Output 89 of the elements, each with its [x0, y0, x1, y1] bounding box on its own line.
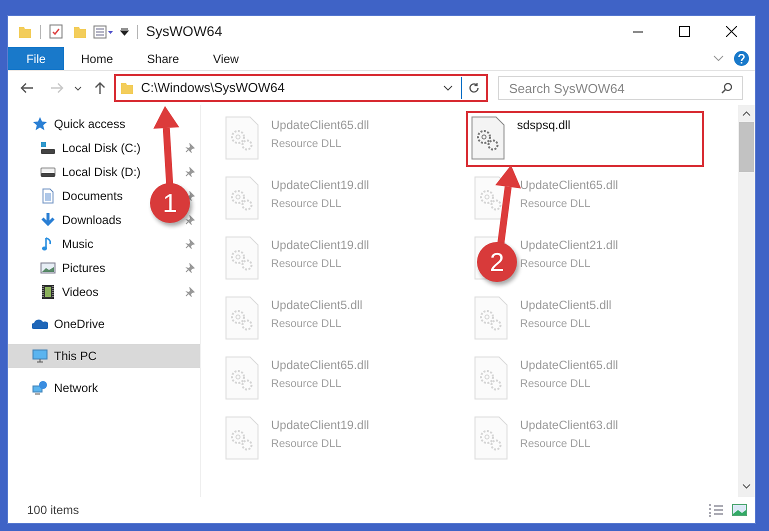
- pin-icon[interactable]: [185, 263, 195, 273]
- chevron-down-icon[interactable]: [443, 85, 453, 91]
- address-bar[interactable]: C:\Windows\SysWOW64: [114, 74, 488, 102]
- dll-file-icon: [225, 296, 259, 340]
- file-name: UpdateClient19.dll: [271, 177, 370, 194]
- maximize-icon[interactable]: [679, 26, 690, 36]
- dll-file-icon: [225, 416, 259, 460]
- dll-file-icon: [474, 296, 508, 340]
- window-title: SysWOW64: [146, 22, 222, 41]
- minimize-icon[interactable]: [633, 30, 643, 32]
- drive-icon: [40, 140, 56, 156]
- file-type: Resource DLL: [520, 317, 592, 332]
- dll-file-icon: [225, 116, 259, 160]
- pin-icon[interactable]: [185, 167, 195, 177]
- expand-ribbon-icon[interactable]: [713, 55, 724, 62]
- file-type: Resource DLL: [520, 437, 592, 452]
- pin-icon[interactable]: [185, 239, 195, 249]
- customize-toolbar-icon[interactable]: [93, 24, 115, 38]
- file-tab[interactable]: File: [8, 47, 64, 70]
- sidebar-item[interactable]: Local Disk (D:): [62, 163, 141, 181]
- details-view-icon[interactable]: [708, 504, 724, 516]
- file-name: UpdateClient19.dll: [271, 237, 370, 254]
- recent-locations-icon[interactable]: [74, 86, 82, 90]
- dll-file-icon: [225, 236, 259, 280]
- sidebar-item[interactable]: Music: [62, 235, 94, 253]
- pin-icon[interactable]: [185, 215, 195, 225]
- file-type: Resource DLL: [520, 257, 592, 272]
- network-icon: [32, 380, 48, 396]
- sidebar-item[interactable]: Local Disk (C:): [62, 139, 141, 157]
- file-name: UpdateClient63.dll: [520, 417, 618, 434]
- file-name: UpdateClient5.dll: [271, 297, 362, 314]
- file-name: UpdateClient65.dll: [271, 117, 370, 134]
- file-type: Resource DLL: [271, 197, 342, 212]
- star-icon: [32, 116, 48, 132]
- file-name: UpdateClient65.dll: [520, 177, 618, 194]
- down-arrow-icon: [40, 212, 56, 228]
- file-name: UpdateClient5.dll: [520, 297, 612, 314]
- sidebar-item[interactable]: Videos: [62, 283, 98, 301]
- scrollbar-thumb[interactable]: [739, 122, 754, 172]
- file-name: sdspsq.dll: [517, 117, 570, 134]
- refresh-icon[interactable]: [468, 82, 480, 94]
- ribbon-tab[interactable]: View: [196, 47, 256, 70]
- properties-icon[interactable]: [49, 24, 63, 39]
- film-icon: [40, 284, 56, 300]
- dll-file-icon: [225, 176, 259, 220]
- monitor-icon: [32, 348, 48, 364]
- sidebar-item[interactable]: Documents: [62, 187, 123, 205]
- search-icon[interactable]: [721, 82, 733, 94]
- close-icon[interactable]: [726, 26, 737, 36]
- dll-file-icon: [471, 116, 505, 160]
- sidebar-item[interactable]: Pictures: [62, 259, 106, 277]
- scrollbar[interactable]: [738, 105, 755, 497]
- sidebar-item[interactable]: Downloads: [62, 211, 122, 229]
- address-path: C:\Windows\SysWOW64: [141, 79, 285, 98]
- picture-icon: [40, 260, 56, 276]
- dll-file-icon: [474, 356, 508, 400]
- file-name: UpdateClient65.dll: [271, 357, 370, 374]
- sidebar-item[interactable]: OneDrive: [54, 315, 105, 333]
- dll-file-icon: [474, 416, 508, 460]
- file-type: Resource DLL: [271, 437, 342, 452]
- file-name: UpdateClient21.dll: [520, 237, 618, 254]
- sidebar-item[interactable]: This PC: [8, 344, 200, 368]
- pin-icon[interactable]: [185, 143, 195, 153]
- large-icons-view-icon[interactable]: [732, 504, 747, 516]
- file-item[interactable]: sdspsq.dll: [466, 111, 704, 167]
- file-type: Resource DLL: [271, 257, 342, 272]
- file-name: UpdateClient65.dll: [520, 357, 618, 374]
- ribbon-tab[interactable]: Home: [64, 47, 130, 70]
- file-type: Resource DLL: [520, 197, 592, 212]
- back-arrow-icon[interactable]: [20, 82, 34, 94]
- sidebar-item[interactable]: Quick access: [54, 115, 126, 133]
- dll-file-icon: [225, 356, 259, 400]
- file-type: Resource DLL: [271, 137, 342, 152]
- file-type: Resource DLL: [271, 317, 342, 332]
- help-icon[interactable]: [734, 51, 749, 66]
- item-count: 100 items: [27, 502, 80, 519]
- document-icon: [40, 188, 56, 204]
- pin-icon[interactable]: [185, 287, 195, 297]
- up-arrow-icon[interactable]: [94, 81, 106, 95]
- sidebar-item[interactable]: Network: [54, 379, 98, 397]
- scroll-up-icon[interactable]: [742, 111, 751, 116]
- dropdown-icon[interactable]: [120, 27, 129, 36]
- folder-icon: [120, 81, 134, 95]
- file-name: UpdateClient19.dll: [271, 417, 370, 434]
- file-type: Resource DLL: [271, 377, 342, 392]
- ribbon-tab[interactable]: Share: [130, 47, 196, 70]
- scroll-down-icon[interactable]: [742, 484, 751, 489]
- search-field[interactable]: Search SysWOW64: [498, 76, 743, 100]
- file-type: Resource DLL: [520, 377, 592, 392]
